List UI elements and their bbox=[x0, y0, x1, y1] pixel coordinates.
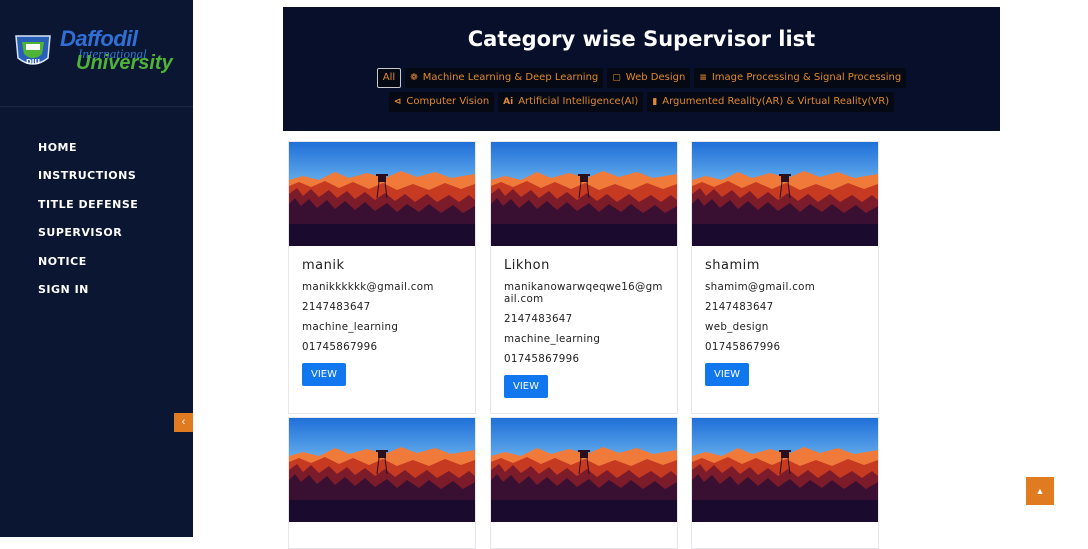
sidebar-item-title-defense[interactable]: TITLE DEFENSE bbox=[38, 198, 138, 226]
supervisor-email: manikanowarwqeqwe16@gmail.com bbox=[504, 281, 663, 305]
filter-web-design[interactable]: ▢ Web Design bbox=[607, 68, 691, 88]
logo[interactable]: DIU Daffodil International University bbox=[0, 0, 193, 107]
signal-icon: ▮ bbox=[652, 97, 658, 107]
card-image bbox=[692, 418, 878, 522]
card-image bbox=[692, 142, 878, 246]
supervisor-category: machine_learning bbox=[302, 321, 399, 333]
supervisor-phone: 01745867996 bbox=[504, 353, 580, 365]
supervisor-email: manikkkkkk@gmail.com bbox=[302, 281, 434, 293]
scroll-to-top-button[interactable]: ▲ bbox=[1026, 477, 1054, 505]
ai-icon: Ai bbox=[503, 97, 514, 107]
supervisor-phone: 01745867996 bbox=[705, 341, 781, 353]
card-image bbox=[289, 142, 475, 246]
category-filters: All ❁ Machine Learning & Deep Learning ▢… bbox=[338, 68, 945, 112]
supervisor-card: Likhon manikanowarwqeqwe16@gmail.com 214… bbox=[490, 141, 678, 414]
logo-text-university: University bbox=[76, 52, 173, 74]
filter-all[interactable]: All bbox=[376, 68, 402, 88]
category-banner: Category wise Supervisor list All ❁ Mach… bbox=[283, 7, 1000, 131]
supervisor-id: 2147483647 bbox=[302, 301, 371, 313]
document-icon: ▢ bbox=[612, 73, 621, 83]
supervisor-email: shamim@gmail.com bbox=[705, 281, 816, 293]
university-emblem-icon: DIU bbox=[15, 35, 51, 66]
supervisor-phone: 01745867996 bbox=[302, 341, 378, 353]
filter-image-processing[interactable]: ≡ Image Processing & Signal Processing bbox=[694, 68, 907, 88]
sidebar-item-instructions[interactable]: INSTRUCTIONS bbox=[38, 169, 138, 197]
sidebar-item-home[interactable]: HOME bbox=[38, 141, 138, 169]
supervisor-card: manik manikkkkkk@gmail.com 2147483647 ma… bbox=[288, 141, 476, 414]
gear-icon: ❁ bbox=[410, 73, 418, 83]
filter-machine-learning[interactable]: ❁ Machine Learning & Deep Learning bbox=[405, 68, 604, 88]
filter-computer-vision[interactable]: ⊲ Computer Vision bbox=[388, 92, 495, 112]
supervisor-card: shamim shamim@gmail.com 2147483647 web_d… bbox=[691, 141, 879, 414]
supervisor-name: shamim bbox=[705, 258, 760, 273]
sidebar-item-notice[interactable]: NOTICE bbox=[38, 255, 138, 283]
caret-up-icon: ▲ bbox=[1035, 486, 1045, 496]
supervisor-id: 2147483647 bbox=[705, 301, 774, 313]
view-button[interactable]: VIEW bbox=[705, 363, 749, 386]
supervisor-card bbox=[691, 417, 879, 549]
sidebar-item-supervisor[interactable]: SUPERVISOR bbox=[38, 226, 138, 254]
view-button[interactable]: VIEW bbox=[504, 375, 548, 398]
sidebar-collapse-button[interactable]: ‹ bbox=[174, 413, 193, 432]
filter-artificial-intelligence[interactable]: Ai Artificial Intelligence(AI) bbox=[498, 92, 644, 112]
view-button[interactable]: VIEW bbox=[302, 363, 346, 386]
supervisor-card bbox=[490, 417, 678, 549]
card-image bbox=[491, 142, 677, 246]
card-image bbox=[491, 418, 677, 522]
svg-text:DIU: DIU bbox=[26, 58, 40, 66]
sidebar: DIU Daffodil International University HO… bbox=[0, 0, 193, 537]
card-image bbox=[289, 418, 475, 522]
chevron-left-icon: ‹ bbox=[181, 416, 186, 428]
layers-icon: ≡ bbox=[699, 73, 707, 83]
supervisor-name: manik bbox=[302, 258, 345, 273]
share-icon: ⊲ bbox=[393, 97, 402, 107]
filter-ar-vr[interactable]: ▮ Argumented Reality(AR) & Virtual Reali… bbox=[647, 92, 895, 112]
supervisor-category: web_design bbox=[705, 321, 769, 333]
supervisor-card bbox=[288, 417, 476, 549]
supervisor-category: machine_learning bbox=[504, 333, 601, 345]
supervisor-name: Likhon bbox=[504, 258, 550, 273]
sidebar-nav: HOME INSTRUCTIONS TITLE DEFENSE SUPERVIS… bbox=[38, 141, 138, 311]
page-title: Category wise Supervisor list bbox=[467, 27, 816, 51]
sidebar-item-sign-in[interactable]: SIGN IN bbox=[38, 283, 138, 311]
supervisor-id: 2147483647 bbox=[504, 313, 573, 325]
